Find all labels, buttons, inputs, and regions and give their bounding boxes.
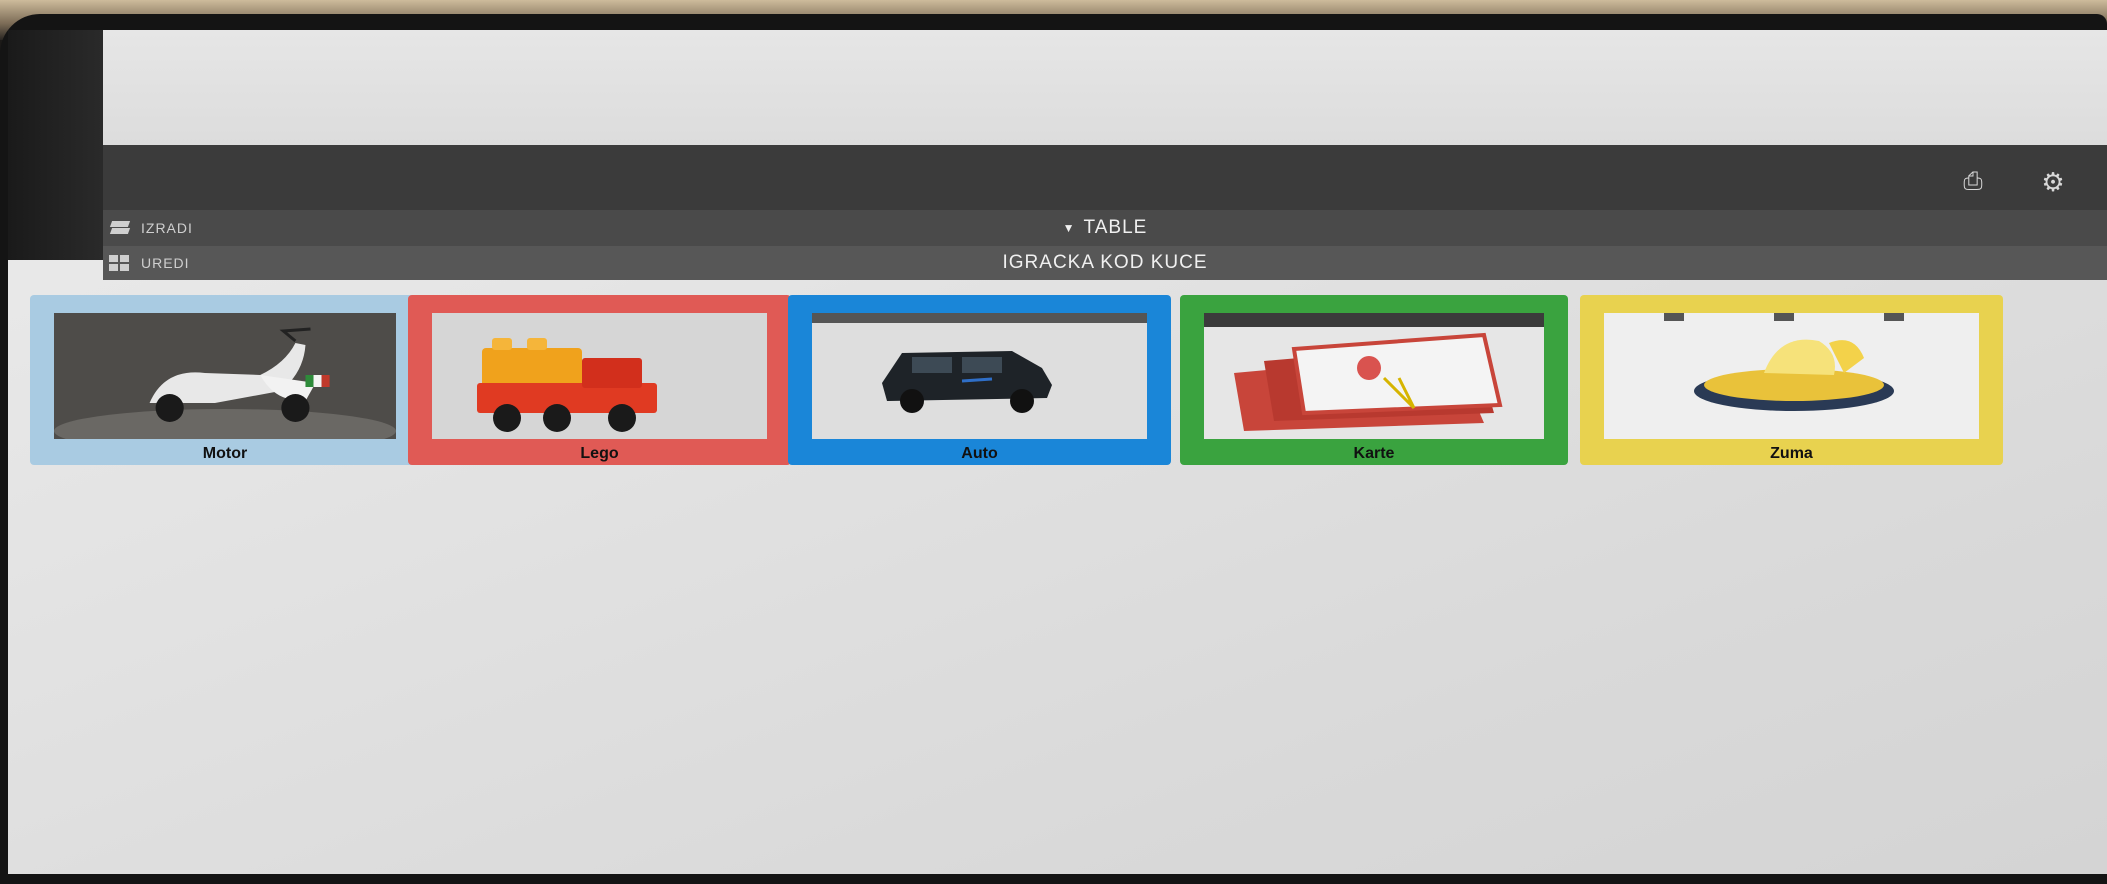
left-edge — [8, 30, 103, 260]
uredi-bar: UREDI IGRACKA KOD KUCE — [103, 246, 2107, 280]
card-photo — [812, 313, 1147, 439]
card-label: Lego — [580, 445, 619, 462]
card-label: Zuma — [1770, 445, 1813, 462]
card-label: Auto — [961, 445, 998, 462]
izradi-bar: IZRADI ▼ TABLE — [103, 210, 2107, 246]
tablet-screen: ⎙ ⚙ IZRADI ▼ TABLE UREDI IGRACKA KOD KUC… — [8, 30, 2107, 874]
card-lego[interactable]: Lego — [408, 295, 791, 465]
card-row: Motor Lego Auto Karte Zuma — [30, 295, 2010, 465]
car-image — [812, 313, 1147, 439]
top-blank-area — [103, 30, 2107, 148]
card-photo — [1604, 313, 1979, 439]
card-photo — [432, 313, 767, 439]
cards-image — [1204, 313, 1544, 439]
printer-icon[interactable]: ⎙ — [1958, 170, 1988, 194]
scooter-image — [54, 313, 396, 439]
card-karte[interactable]: Karte — [1180, 295, 1568, 465]
card-zuma[interactable]: Zuma — [1580, 295, 2003, 465]
card-photo — [54, 313, 396, 439]
card-auto[interactable]: Auto — [788, 295, 1171, 465]
caret-down-icon: ▼ — [1062, 221, 1076, 235]
table-dropdown[interactable]: ▼ TABLE — [103, 210, 2107, 246]
card-label: Motor — [202, 445, 248, 462]
gear-icon[interactable]: ⚙ — [2038, 169, 2068, 195]
table-dropdown-label: TABLE — [1083, 217, 1148, 238]
board-title: IGRACKA KOD KUCE — [103, 246, 2107, 280]
board-title-text: IGRACKA KOD KUCE — [1002, 252, 1208, 273]
card-motor[interactable]: Motor — [30, 295, 420, 465]
zuma-image — [1604, 313, 1979, 439]
lego-image — [432, 313, 767, 439]
card-label: Karte — [1353, 445, 1395, 462]
card-photo — [1204, 313, 1544, 439]
top-toolbar: ⎙ ⚙ — [103, 145, 2107, 211]
